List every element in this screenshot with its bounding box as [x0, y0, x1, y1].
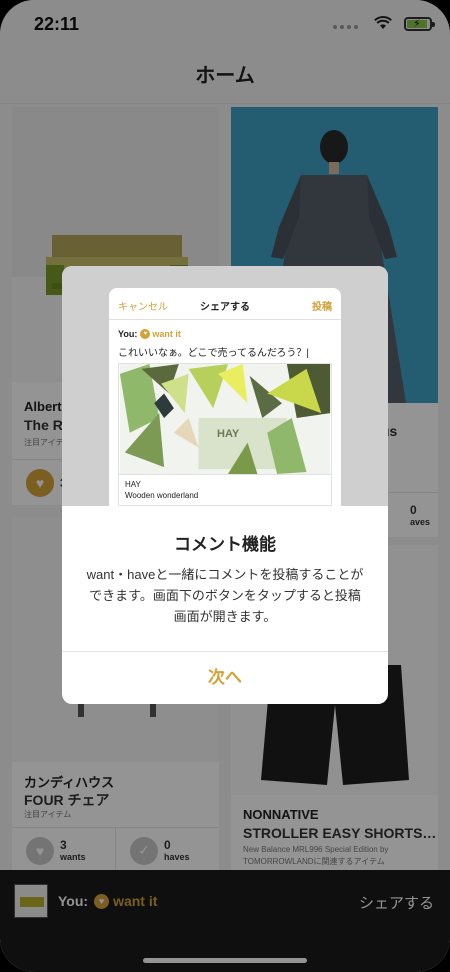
you-label: You:	[118, 329, 138, 339]
next-button[interactable]: 次へ	[62, 652, 388, 704]
heart-icon: ♥	[140, 329, 151, 339]
want-label: want it	[152, 329, 181, 339]
share-sheet-preview: キャンセル シェアする 投稿 You: ♥ want it これいいなぁ。どこで売…	[109, 288, 341, 506]
modal-title: コメント機能	[174, 535, 276, 554]
caption-brand: HAY	[125, 480, 141, 489]
sheet-header: キャンセル シェアする 投稿	[109, 288, 341, 320]
post-button: 投稿	[312, 302, 332, 313]
comment-text: これいいなぁ。どこで売ってるんだろう？|	[118, 348, 310, 359]
linked-article-image	[118, 363, 332, 475]
want-status: You: ♥ want it	[118, 329, 181, 339]
caption-title: Wooden wonderland	[125, 491, 199, 500]
modal-body: want・haveと一緒にコメントを投稿することができます。画面下のボタンをタッ…	[86, 567, 364, 624]
tutorial-modal: キャンセル シェアする 投稿 You: ♥ want it これいいなぁ。どこで売…	[62, 266, 388, 704]
app-screen: 22:11 ⚡ ホーム Albert The R 注目アイテ ♥ us 0 av…	[0, 0, 450, 972]
art-logo-text: HAY	[217, 428, 240, 440]
sheet-title: シェアする	[200, 302, 250, 313]
linked-article-caption: HAY Wooden wonderland	[118, 475, 332, 506]
tutorial-preview: キャンセル シェアする 投稿 You: ♥ want it これいいなぁ。どこで売…	[62, 266, 388, 506]
